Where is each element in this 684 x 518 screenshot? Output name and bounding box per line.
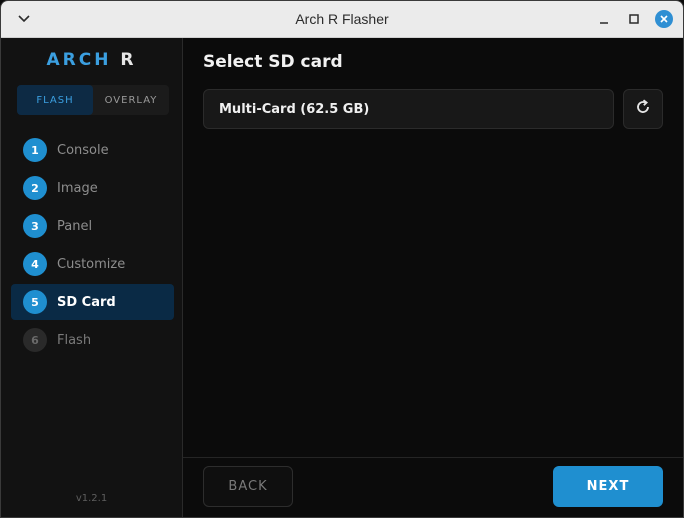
step-image[interactable]: 2 Image [11, 170, 174, 206]
step-sd-card[interactable]: 5 SD Card [11, 284, 174, 320]
minimize-icon[interactable] [595, 10, 613, 28]
mode-flash-button[interactable]: FLASH [17, 85, 93, 115]
footer-divider [183, 457, 683, 458]
step-label: Image [57, 180, 98, 196]
step-list: 1 Console 2 Image 3 Panel 4 Customize 5 … [11, 132, 174, 360]
sd-card-select[interactable]: Multi-Card (62.5 GB) [203, 89, 614, 129]
step-label: Console [57, 142, 109, 158]
title-bar: Arch R Flasher [1, 1, 683, 38]
refresh-icon [634, 98, 652, 121]
step-label: Flash [57, 332, 92, 348]
main-panel: Select SD card Multi-Card (62.5 GB) BACK… [183, 38, 683, 517]
next-button[interactable]: NEXT [553, 466, 663, 507]
refresh-button[interactable] [623, 89, 663, 129]
step-label: Panel [57, 218, 93, 234]
step-number: 2 [23, 176, 47, 200]
brand-part2: R [120, 50, 137, 70]
step-number: 3 [23, 214, 47, 238]
step-console[interactable]: 1 Console [11, 132, 174, 168]
mode-toggle: FLASH OVERLAY [17, 85, 169, 115]
step-number: 5 [23, 290, 47, 314]
brand-part1: ARCH [46, 50, 112, 70]
window-title: Arch R Flasher [295, 11, 389, 27]
step-label: SD Card [57, 294, 116, 310]
close-icon[interactable] [655, 10, 673, 28]
step-flash: 6 Flash [11, 322, 174, 358]
mode-overlay-button[interactable]: OVERLAY [93, 85, 169, 115]
app-window: Arch R Flasher ARCH R FLASH OVERLAY 1 Co… [0, 0, 684, 518]
step-number: 4 [23, 252, 47, 276]
version-label: v1.2.1 [75, 493, 108, 504]
maximize-icon[interactable] [625, 10, 643, 28]
sidebar: ARCH R FLASH OVERLAY 1 Console 2 Image 3… [1, 38, 183, 517]
step-panel[interactable]: 3 Panel [11, 208, 174, 244]
step-number: 1 [23, 138, 47, 162]
page-title: Select SD card [203, 52, 343, 72]
step-customize[interactable]: 4 Customize [11, 246, 174, 282]
brand-logo: ARCH R [1, 50, 182, 70]
sd-card-select-value: Multi-Card (62.5 GB) [219, 101, 370, 117]
back-button[interactable]: BACK [203, 466, 293, 507]
step-number: 6 [23, 328, 47, 352]
step-label: Customize [57, 256, 126, 272]
